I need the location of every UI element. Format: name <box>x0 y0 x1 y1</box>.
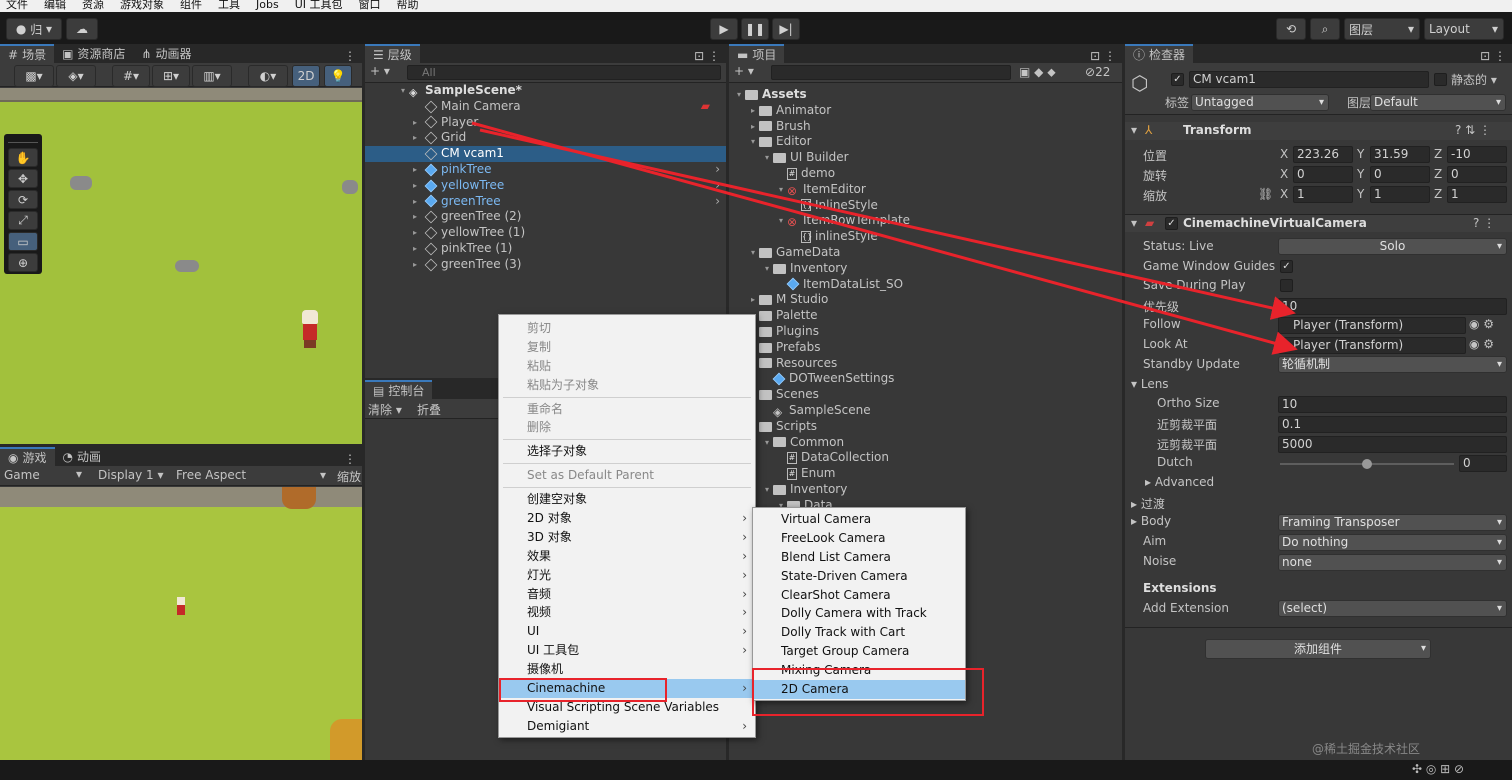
annotation-arrows <box>471 121 1298 355</box>
arrow-player-to-follow <box>479 128 1296 320</box>
